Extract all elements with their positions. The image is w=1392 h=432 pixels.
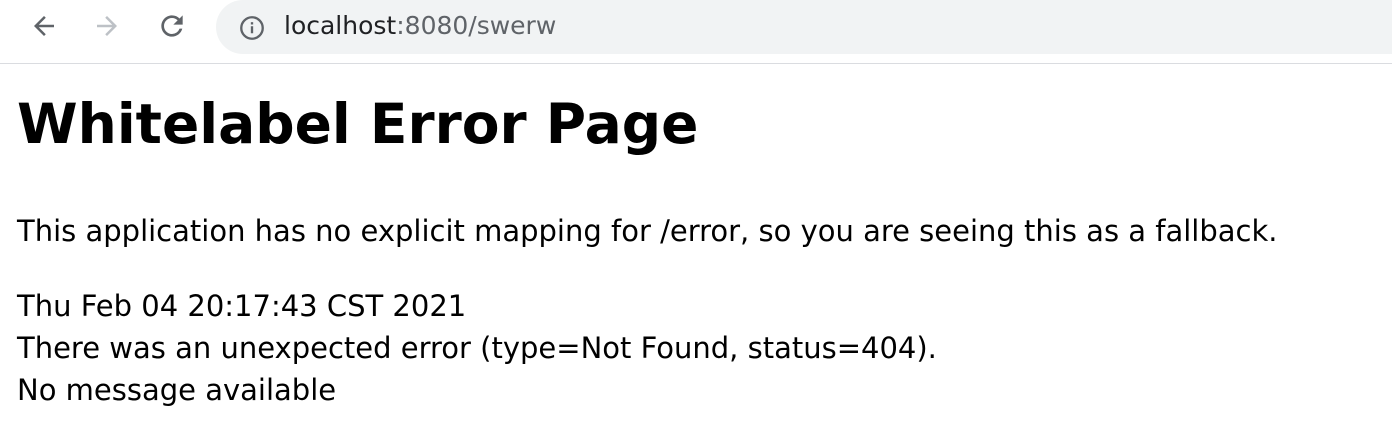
fallback-message: This application has no explicit mapping… <box>17 214 1278 248</box>
arrow-left-icon <box>34 16 54 36</box>
info-icon[interactable] <box>238 14 266 42</box>
error-description: There was an unexpected error (type=Not … <box>17 331 937 365</box>
browser-toolbar: localhost:8080/swerw <box>0 0 1392 64</box>
url-text[interactable]: localhost:8080/swerw <box>284 9 556 43</box>
reload-icon <box>161 15 183 37</box>
forward-button[interactable] <box>87 6 127 46</box>
back-button[interactable] <box>24 6 64 46</box>
error-details: Thu Feb 04 20:17:43 CST 2021 There was a… <box>17 285 937 411</box>
reload-button[interactable] <box>152 6 192 46</box>
address-bar[interactable]: localhost:8080/swerw <box>216 0 1392 54</box>
error-message: No message available <box>17 373 337 407</box>
error-timestamp: Thu Feb 04 20:17:43 CST 2021 <box>17 289 467 323</box>
page-title: Whitelabel Error Page <box>17 92 699 156</box>
arrow-right-icon <box>97 16 117 36</box>
url-host: localhost <box>284 11 397 40</box>
url-path: :8080/swerw <box>396 11 557 40</box>
